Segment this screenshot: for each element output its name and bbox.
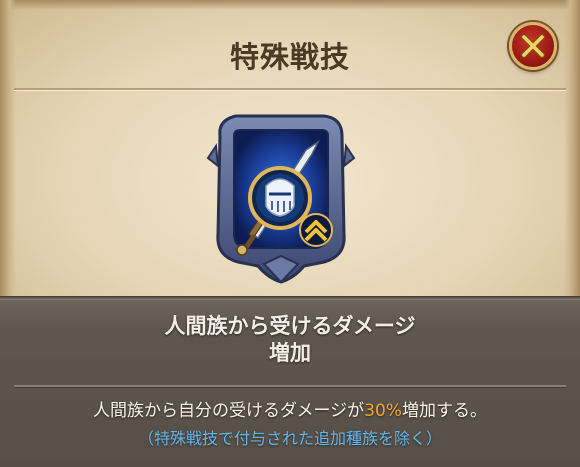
skill-exclusion-note: （特殊戦技で付与された追加種族を除く）	[137, 429, 442, 448]
description-prefix: 人間族から自分の受けるダメージが	[93, 401, 365, 421]
skill-name-line1: 人間族から受けるダメージ	[164, 314, 416, 338]
close-x-icon	[521, 34, 545, 58]
rank-chevron-icon	[299, 213, 333, 247]
panel-divider	[14, 385, 566, 387]
skill-emblem	[206, 114, 356, 284]
skill-name-line2: 増加	[269, 341, 311, 365]
skill-description: 人間族から自分の受けるダメージが30%増加する。	[0, 400, 580, 423]
panel-top-edge	[0, 296, 580, 300]
dialog-title: 特殊戦技	[229, 40, 350, 74]
helmet-medallion	[248, 166, 312, 230]
close-button[interactable]	[509, 22, 557, 70]
parchment-edge-top	[0, 0, 580, 10]
damage-percent-value: 30%	[364, 401, 402, 421]
special-skill-dialog: 特殊戦技 人間族から受けるダメージ 増加 人間族から自分の受けるダメージが30%…	[0, 0, 580, 467]
title-divider	[14, 88, 566, 90]
description-suffix: 増加する。	[401, 401, 487, 421]
skill-name: 人間族から受けるダメージ 増加	[0, 313, 580, 367]
